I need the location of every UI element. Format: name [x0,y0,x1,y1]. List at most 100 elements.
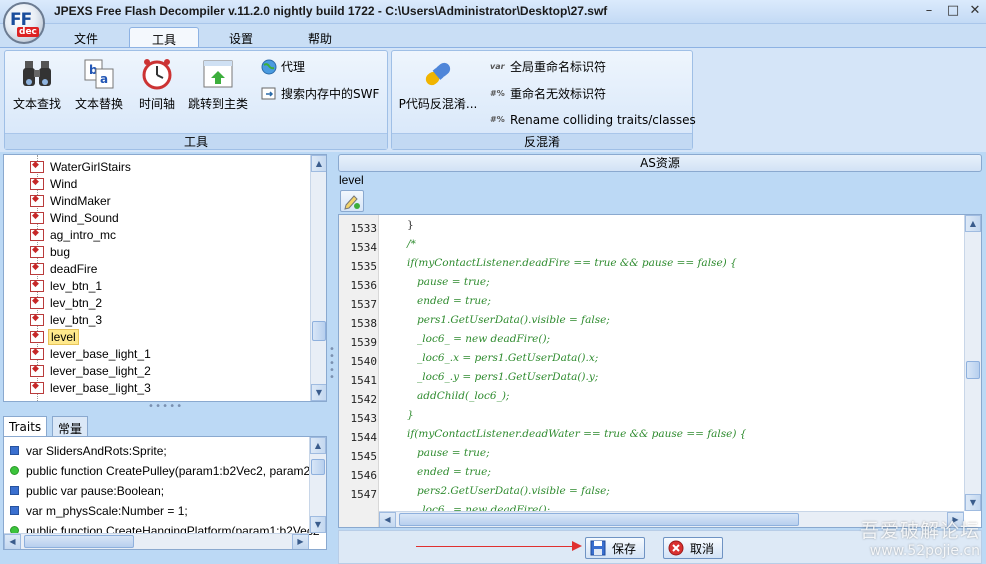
tree-item-selected[interactable]: level [30,328,79,345]
scroll-up-icon[interactable]: ▲ [310,437,326,454]
line-number: 1540 [350,355,378,368]
scroll-down-icon[interactable]: ▼ [965,494,981,511]
global-rename-identifiers-button[interactable]: var 全局重命名标识符 [490,58,606,75]
tab-tools[interactable]: 工具 [129,27,199,47]
resource-tree: WaterGirlStairs Wind WindMaker Wind_Soun… [3,154,327,402]
tree-item[interactable]: lev_btn_1 [30,277,104,294]
edit-pencil-icon [344,195,360,210]
function-icon [10,466,19,475]
search-memory-swf-button[interactable]: 搜索内存中的SWF [261,85,379,102]
close-button[interactable]: ✕ [966,3,984,19]
tree-item[interactable]: ag_intro_mc [30,226,118,243]
timeline-button[interactable]: 时间轴 [133,57,181,112]
scroll-down-icon[interactable]: ▼ [310,516,326,533]
code-line: pers1.GetUserData().visible = false; [387,314,610,326]
rename-colliding-traits-button[interactable]: #% Rename colliding traits/classes [490,112,696,128]
code-line: ended = true; [387,466,491,478]
tree-scrollbar[interactable]: ▲ ▼ [310,155,326,401]
scroll-thumb[interactable] [399,513,799,526]
replace-icon: b a [84,59,114,89]
scroll-down-icon[interactable]: ▼ [311,384,326,401]
save-label: 保存 [612,541,637,556]
tab-settings[interactable]: 设置 [214,27,268,47]
sprite-icon [30,244,44,258]
tree-item[interactable]: WaterGirlStairs [30,158,133,175]
line-number: 1543 [350,412,378,425]
proxy-label: 代理 [281,60,306,74]
tab-help[interactable]: 帮助 [292,27,348,47]
maximize-button[interactable]: □ [944,3,962,19]
tools-group-label: 工具 [5,133,387,149]
tree-item[interactable]: WindMaker [30,192,113,209]
cancel-button[interactable]: 取消 [663,537,724,559]
line-number: 1547 [350,488,378,501]
code-line: _loc6_.x = pers1.GetUserData().x; [387,352,599,364]
tree-item[interactable]: lev_btn_2 [30,294,104,311]
scroll-left-icon[interactable]: ◀ [4,534,21,549]
list-item[interactable]: public function CreatePulley(param1:b2Ve… [10,461,310,480]
code-vscrollbar[interactable]: ▲ ▼ [964,215,981,511]
code-line: /* [387,238,416,250]
vertical-splitter[interactable]: • • • • • [329,345,335,383]
proxy-button[interactable]: 代理 [261,58,305,75]
tab-constants[interactable]: 常量 [52,416,89,436]
menu-bar: 文件 工具 设置 帮助 [0,24,986,47]
tree-item[interactable]: lever_base_light_1 [30,345,153,362]
scroll-thumb[interactable] [311,459,325,475]
variable-icon [10,446,19,455]
pcode-deobfuscate-button[interactable]: P代码反混淆... [398,57,478,112]
tools-group: 文本查找 b a 文本替换 时间轴 跳转到主类 代理 搜索内存中的SWF 工具 [4,50,388,150]
clock-icon [142,59,172,90]
scroll-thumb[interactable] [24,535,134,548]
tree-item[interactable]: bug [30,243,72,260]
edit-script-button[interactable] [340,190,364,212]
code-line: _loc6_.y = pers1.GetUserData().y; [387,371,599,383]
line-number: 1545 [350,450,378,463]
traits-list: var SlidersAndRots:Sprite; public functi… [3,436,327,550]
save-button[interactable]: 保存 [585,537,646,559]
line-number: 1533 [350,222,378,235]
scroll-thumb[interactable] [312,321,326,341]
text-search-button[interactable]: 文本查找 [11,57,63,112]
tab-traits[interactable]: Traits [3,416,48,436]
watermark: 吾爱破解论坛 www.52pojie.cn [860,516,980,559]
sprite-icon [30,380,44,394]
traits-hscrollbar[interactable]: ◀ ▶ [4,533,309,549]
scroll-up-icon[interactable]: ▲ [311,155,326,172]
code-line: } [387,409,414,421]
horizontal-splitter[interactable]: • • • • • [148,401,182,412]
globe-icon [261,59,277,74]
tree-item[interactable]: lever_base_light_2 [30,362,153,379]
tree-item[interactable]: deadFire [30,260,99,277]
tree-item[interactable]: Wind [30,175,79,192]
annotation-arrow-head [572,541,582,551]
scroll-left-icon[interactable]: ◀ [379,512,396,527]
cancel-icon [668,540,684,556]
tab-file[interactable]: 文件 [60,27,112,47]
deobfuscation-group-label: 反混淆 [392,133,692,149]
list-item[interactable]: var SlidersAndRots:Sprite; [10,441,167,460]
line-number: 1541 [350,374,378,387]
sprite-icon [30,363,44,377]
goto-main-class-button[interactable]: 跳转到主类 [187,57,249,112]
scroll-right-icon[interactable]: ▶ [292,534,309,549]
code-editor[interactable]: 1533 1534 1535 1536 1537 1538 1539 1540 … [338,214,982,528]
rename-invalid-identifiers-button[interactable]: #% 重命名无效标识符 [490,85,606,102]
scroll-up-icon[interactable]: ▲ [965,215,981,232]
text-replace-button[interactable]: b a 文本替换 [73,57,125,112]
logo-dec-text: dec [17,27,39,37]
tree-item[interactable]: lever_base_light_3 [30,379,153,396]
text-replace-label: 文本替换 [74,97,123,111]
traits-vscrollbar[interactable]: ▲ ▼ [309,437,326,533]
list-item[interactable]: var m_physScale:Number = 1; [10,501,188,520]
as-path-label: level [339,173,364,187]
minimize-button[interactable]: – [920,3,938,19]
tree-item[interactable]: lev_btn_3 [30,311,104,328]
scroll-thumb[interactable] [966,361,980,379]
list-item[interactable]: public var pause:Boolean; [10,481,164,500]
binoculars-icon [23,61,51,86]
timeline-label: 时间轴 [138,97,175,111]
tree-item[interactable]: Wind_Sound [30,209,121,226]
code-line: } [387,219,414,231]
code-line: pause = true; [387,276,490,288]
